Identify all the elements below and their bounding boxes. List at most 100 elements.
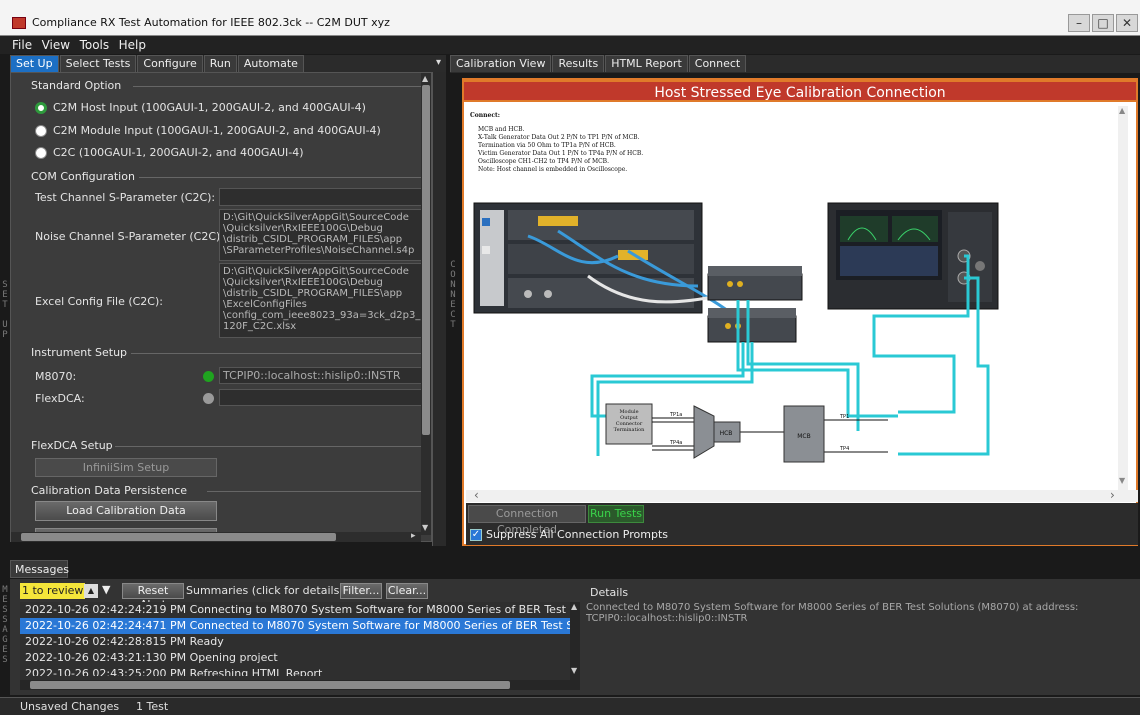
scroll-left-icon[interactable]: ‹ (474, 488, 479, 502)
scroll-up-icon[interactable]: ▲ (1119, 106, 1125, 115)
tp1-label: TP1 (839, 414, 849, 420)
message-row[interactable]: 2022-10-26 02:42:28:815 PM Ready (20, 634, 580, 650)
suppress-checkbox[interactable]: ✓ (470, 529, 482, 541)
message-row[interactable]: 2022-10-26 02:43:25:200 PM Refreshing HT… (20, 666, 580, 676)
connection-actions: Connection Completed Run Tests ✓ Suppres… (466, 503, 1138, 545)
noise-path-line: \SParameterProfiles\NoiseChannel.s4p (223, 245, 415, 256)
connection-canvas: Connect: MCB and HCB. X-Talk Generator D… (468, 106, 1128, 490)
excel-path-line: \distrib_CSIDL_PROGRAM_FILES\app (223, 288, 403, 299)
run-tests-button[interactable]: Run Tests (588, 505, 644, 523)
oscilloscope-image (827, 202, 999, 310)
tp4a-label: TP4a (669, 440, 682, 446)
hscroll-thumb[interactable] (21, 533, 336, 541)
tab-dropdown-icon[interactable]: ▾ (436, 57, 441, 68)
instrument-setup-header: Instrument Setup (31, 346, 128, 359)
status-bar: Unsaved Changes 1 Test (0, 697, 1140, 715)
menu-view[interactable]: View (42, 36, 70, 52)
excel-path-line: 120F_C2C.xlsx (223, 321, 297, 332)
setup-side-label: SETUP (2, 280, 8, 340)
divider (207, 491, 423, 492)
review-badge[interactable]: 1 to review (20, 583, 86, 599)
prev-alert-icon[interactable]: ▲ (84, 584, 98, 598)
excel-path-line: \ExcelConfigFiles (223, 299, 307, 310)
app-logo-icon (12, 17, 26, 29)
excel-path-line: \config_com_ieee8023_93a=3ck_d2p3_ (223, 310, 421, 321)
unsaved-changes-status: Unsaved Changes (20, 700, 120, 713)
diagram-vertical-scrollbar[interactable]: ▲ ▼ (1118, 106, 1128, 490)
connect-side-label: CONNECT (450, 260, 456, 330)
flexdca-label: FlexDCA: (35, 392, 85, 405)
mcb-fixture-image (707, 266, 803, 301)
hcb-label: HCB (720, 430, 733, 437)
c2c-radio[interactable] (35, 147, 47, 159)
diagram-horizontal-scrollbar[interactable]: ‹ › (466, 488, 1138, 502)
tp4-label: TP4 (839, 446, 849, 452)
next-alert-icon[interactable]: ▼ (102, 583, 110, 596)
tab-calibration-view[interactable]: Calibration View (450, 55, 552, 72)
module-label: Termination (614, 427, 645, 433)
flexdca-address-field[interactable] (219, 389, 423, 406)
connection-completed-button[interactable]: Connection Completed (468, 505, 586, 536)
messages-side-label: MESSAGES (2, 585, 8, 665)
scroll-down-icon[interactable]: ▼ (1119, 476, 1125, 485)
c2m-module-label: C2M Module Input (100GAUI-1, 200GAUI-2, … (53, 124, 381, 137)
divider (115, 446, 423, 447)
summaries-label: Summaries (click for details) (186, 584, 344, 597)
tab-automate[interactable]: Automate (237, 55, 304, 72)
scroll-down-icon[interactable]: ▼ (422, 523, 428, 532)
maximize-icon[interactable]: □ (1092, 14, 1114, 32)
c2m-host-radio[interactable] (35, 102, 47, 114)
tp1a-label: TP1a (669, 412, 682, 418)
scroll-right-icon[interactable]: › (1110, 488, 1115, 502)
noise-channel-field[interactable]: D:\Git\QuickSilverAppGit\SourceCode \Qui… (219, 209, 423, 261)
excel-config-field[interactable]: D:\Git\QuickSilverAppGit\SourceCode \Qui… (219, 263, 423, 338)
test-channel-field[interactable] (219, 188, 423, 206)
c2m-module-radio[interactable] (35, 125, 47, 137)
message-row[interactable]: 2022-10-26 02:42:24:219 PM Connecting to… (20, 602, 580, 618)
scroll-up-icon[interactable]: ▲ (571, 602, 577, 611)
hscroll-thumb[interactable] (30, 681, 510, 689)
flexdca-status-icon (203, 393, 214, 404)
right-tab-bar: Calibration View Results HTML Report Connec… (450, 55, 1140, 73)
close-icon[interactable]: ✕ (1116, 14, 1138, 32)
infiniisim-setup-button[interactable]: InfiniiSim Setup (35, 458, 217, 477)
messages-tab[interactable]: Messages (10, 560, 69, 578)
divider (139, 177, 423, 178)
tab-configure[interactable]: Configure (137, 55, 203, 72)
excel-config-label: Excel Config File (C2C): (35, 295, 163, 308)
tab-set-up[interactable]: Set Up (10, 55, 59, 72)
m8070-address-field[interactable]: TCPIP0::localhost::hislip0::INSTR (219, 367, 423, 384)
scroll-thumb[interactable] (422, 85, 430, 435)
clear-button[interactable]: Clear... (386, 583, 428, 599)
scroll-down-icon[interactable]: ▼ (571, 666, 577, 675)
message-row[interactable]: 2022-10-26 02:42:24:471 PM Connected to … (20, 618, 580, 634)
menu-file[interactable]: File (12, 36, 32, 52)
summary-horizontal-scrollbar[interactable] (20, 680, 580, 690)
summary-vertical-scrollbar[interactable]: ▲ ▼ (570, 602, 580, 680)
window-title: Compliance RX Test Automation for IEEE 8… (32, 16, 390, 29)
tab-connect[interactable]: Connect (688, 55, 747, 72)
test-count-status: 1 Test (136, 700, 169, 713)
scroll-up-icon[interactable]: ▲ (422, 74, 428, 83)
filter-button[interactable]: Filter... (340, 583, 382, 599)
menu-tools[interactable]: Tools (80, 36, 110, 52)
message-row[interactable]: 2022-10-26 02:43:21:130 PM Opening proje… (20, 650, 580, 666)
bert-chassis-image (473, 202, 703, 314)
test-channel-label: Test Channel S-Parameter (C2C): (35, 191, 216, 204)
menu-help[interactable]: Help (119, 36, 146, 52)
hcb-shape (693, 405, 715, 459)
setup-horizontal-scrollbar[interactable]: ▸ (11, 531, 421, 542)
connection-diagram: Module Output Connector Termination TP1a… (473, 202, 999, 463)
scroll-right-icon[interactable]: ▸ (411, 531, 416, 541)
reset-alert-button[interactable]: Reset Alert (122, 583, 184, 611)
tab-html-report[interactable]: HTML Report (605, 55, 688, 72)
minimize-icon[interactable]: – (1068, 14, 1090, 32)
left-tab-bar: Set Up Select Tests Configure Run Automate ▾ (10, 55, 446, 73)
load-calibration-button[interactable]: Load Calibration Data (35, 501, 217, 521)
setup-vertical-scrollbar[interactable]: ▲ ▼ (421, 73, 431, 535)
m8070-status-icon (203, 371, 214, 382)
panel-splitter[interactable] (432, 72, 446, 546)
tab-run[interactable]: Run (203, 55, 237, 72)
tab-select-tests[interactable]: Select Tests (59, 55, 137, 72)
tab-results[interactable]: Results (552, 55, 605, 72)
